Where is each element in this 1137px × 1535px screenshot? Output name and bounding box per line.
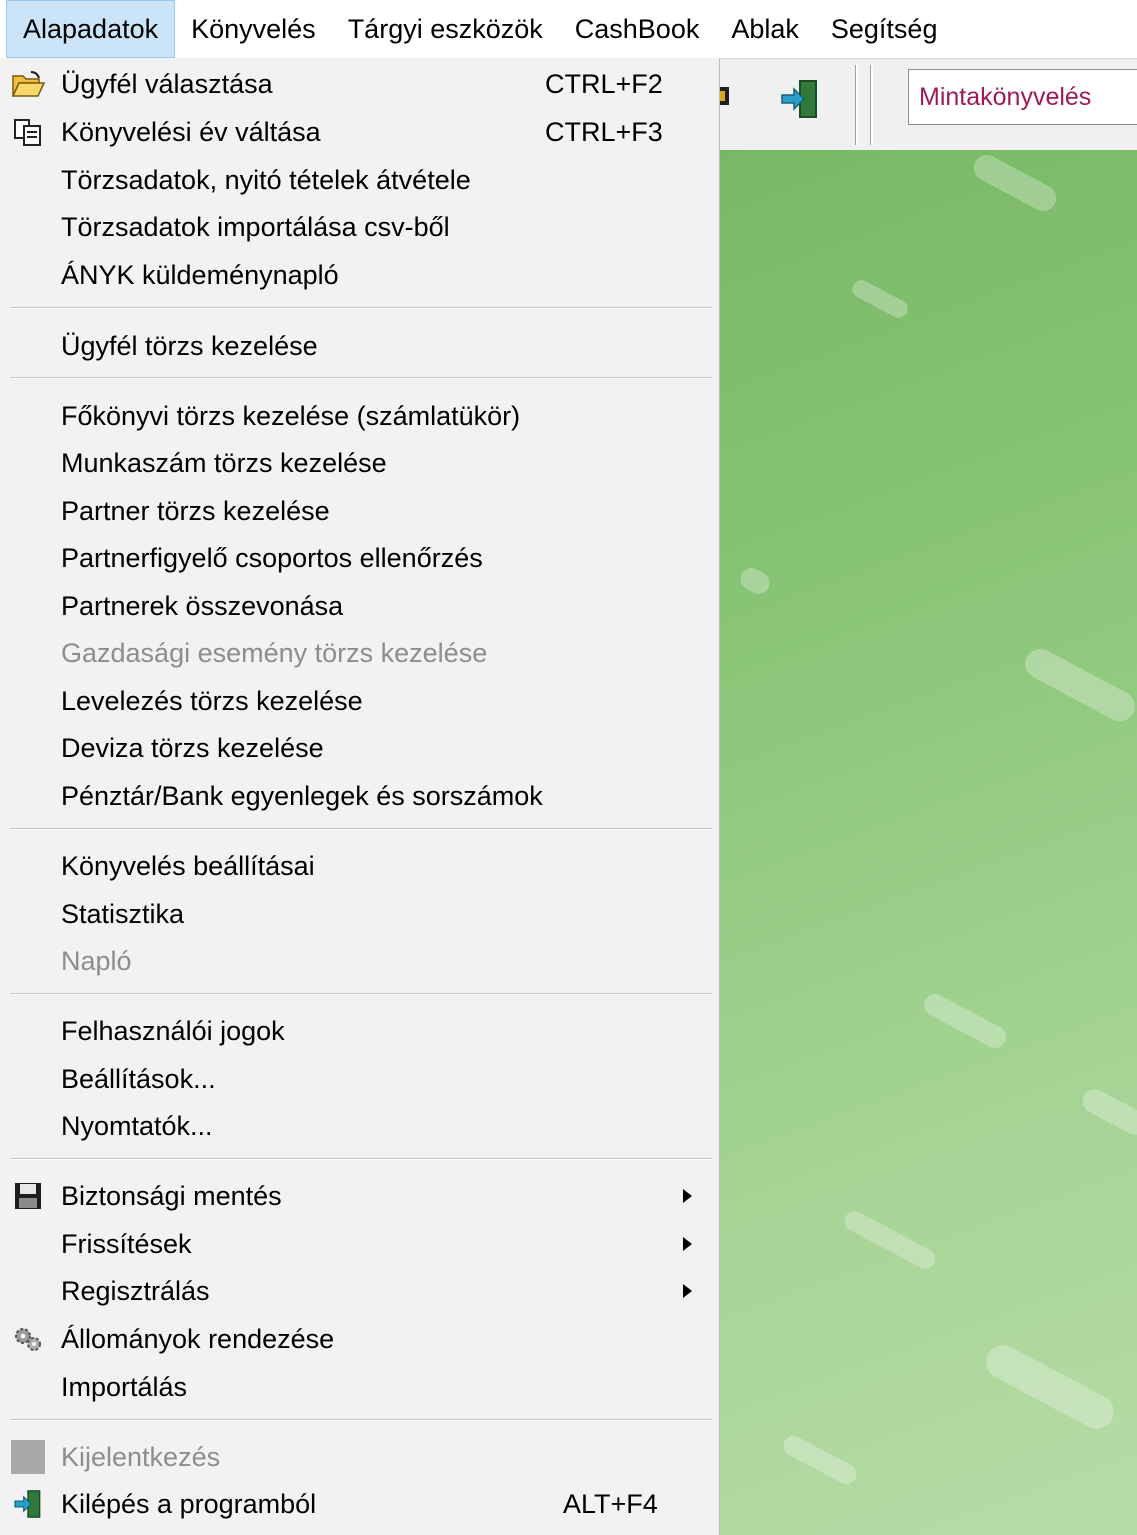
floppy-disk-icon: [10, 1179, 46, 1213]
menu-item-label: Levelezés törzs kezelése: [61, 685, 363, 716]
menu-item-label: Kijelentkezés: [61, 1441, 221, 1472]
menu-item-kilepes[interactable]: Kilépés a programból ALT+F4: [0, 1481, 712, 1527]
menu-item-partnerfigyelo[interactable]: Partnerfigyelő csoportos ellenőrzés: [0, 535, 712, 581]
menu-item-torzsadatok-importalasa[interactable]: Törzsadatok importálása csv-ből: [0, 204, 712, 250]
toolbar-partial-icon[interactable]: [720, 79, 734, 113]
menu-separator: [10, 993, 712, 995]
menu-item-importalas[interactable]: Importálás: [0, 1364, 712, 1410]
toolbar-separator: [870, 65, 873, 145]
menu-item-deviza-torzs[interactable]: Deviza törzs kezelése: [0, 725, 712, 771]
exit-door-icon: [10, 1487, 46, 1521]
menu-item-label: Felhasználói jogok: [61, 1015, 285, 1046]
shortcut-label: ALT+F4: [563, 1488, 658, 1519]
menu-item-beallitasok[interactable]: Beállítások...: [0, 1056, 712, 1102]
menu-item-kijelentkezes: Kijelentkezés: [0, 1434, 712, 1480]
menu-item-label: Pénztár/Bank egyenlegek és sorszámok: [61, 780, 543, 811]
menu-item-label: Törzsadatok, nyitó tételek átvétele: [61, 164, 471, 195]
alapadatok-dropdown-menu: Ügyfél választása CTRL+F2 Könyvelési év …: [0, 58, 720, 1535]
menu-item-frissitesek[interactable]: Frissítések: [0, 1221, 712, 1267]
menu-item-label: Nyomtatók...: [61, 1110, 213, 1141]
open-folder-icon: [10, 67, 46, 101]
submenu-arrow-icon: [683, 1284, 692, 1298]
menu-item-statisztika[interactable]: Statisztika: [0, 891, 712, 937]
menu-item-label: Biztonsági mentés: [61, 1180, 282, 1211]
menu-item-label: Gazdasági esemény törzs kezelése: [61, 637, 488, 668]
menu-item-torzsadatok-atvetele[interactable]: Törzsadatok, nyitó tételek átvétele: [0, 157, 712, 203]
toolbar: Mintakönyvelés: [720, 58, 1137, 152]
menu-separator: [10, 1158, 712, 1160]
menu-item-label: Törzsadatok importálása csv-ből: [61, 211, 450, 242]
menu-item-label: Munkaszám törzs kezelése: [61, 447, 387, 478]
menu-item-felhasznaloi-jogok[interactable]: Felhasználói jogok: [0, 1008, 712, 1054]
toolbar-separator: [855, 65, 858, 145]
menu-item-label: Partner törzs kezelése: [61, 495, 330, 526]
menu-item-nyomtatok[interactable]: Nyomtatók...: [0, 1103, 712, 1149]
menu-item-label: Állományok rendezése: [61, 1323, 335, 1354]
submenu-arrow-icon: [683, 1189, 692, 1203]
menu-item-penztar-bank[interactable]: Pénztár/Bank egyenlegek és sorszámok: [0, 773, 712, 819]
menu-separator: [10, 377, 712, 379]
menu-item-anyk-kuldemenynaplo[interactable]: ÁNYK küldeménynapló: [0, 252, 712, 298]
menu-item-ugyfel-valasztasa[interactable]: Ügyfél választása CTRL+F2: [0, 61, 712, 107]
menu-item-ugyfel-torzs[interactable]: Ügyfél törzs kezelése: [0, 323, 712, 369]
exit-door-icon[interactable]: [778, 77, 822, 121]
menu-item-gazdasagi-esemeny-torzs: Gazdasági esemény törzs kezelése: [0, 630, 712, 676]
menu-item-label: Statisztika: [61, 898, 185, 929]
menu-item-munkaszam-torzs[interactable]: Munkaszám törzs kezelése: [0, 440, 712, 486]
menu-item-label: Könyvelés beállításai: [61, 850, 315, 881]
shortcut-label: CTRL+F3: [545, 116, 663, 147]
menu-item-naplo: Napló: [0, 938, 712, 984]
menu-item-label: Kilépés a programból: [61, 1488, 317, 1519]
menu-item-konyvelesi-ev-valtasa[interactable]: Könyvelési év váltása CTRL+F3: [0, 109, 712, 155]
submenu-arrow-icon: [683, 1237, 692, 1251]
menu-item-label: Deviza törzs kezelése: [61, 732, 324, 763]
menu-item-partnerek-osszevonasa[interactable]: Partnerek összevonása: [0, 583, 712, 629]
menu-segitseg[interactable]: Segítség: [815, 0, 954, 58]
menu-item-label: Ügyfél törzs kezelése: [61, 330, 318, 361]
menu-separator: [10, 828, 712, 830]
shortcut-label: CTRL+F2: [545, 68, 663, 99]
menu-separator: [10, 1419, 712, 1421]
menu-item-label: Napló: [61, 945, 132, 976]
menu-targyi-eszkozok[interactable]: Tárgyi eszközök: [332, 0, 559, 58]
menu-item-fokonyvi-torzs[interactable]: Főkönyvi törzs kezelése (számlatükör): [0, 393, 712, 439]
logout-icon: [10, 1440, 46, 1474]
menu-item-partner-torzs[interactable]: Partner törzs kezelése: [0, 488, 712, 534]
menu-item-label: Ügyfél választása: [61, 68, 273, 99]
menu-separator: [10, 307, 712, 309]
gears-icon: [10, 1322, 46, 1356]
menu-item-label: Könyvelési év váltása: [61, 116, 321, 147]
copy-pages-icon: [10, 115, 46, 149]
menu-item-allomanyok-rendezese[interactable]: Állományok rendezése: [0, 1316, 712, 1362]
menu-item-label: ÁNYK küldeménynapló: [61, 259, 339, 290]
menu-item-label: Importálás: [61, 1371, 188, 1402]
menu-cashbook[interactable]: CashBook: [559, 0, 716, 58]
menu-alapadatok[interactable]: Alapadatok: [6, 0, 176, 58]
menu-item-biztonsagi-mentes[interactable]: Biztonsági mentés: [0, 1173, 712, 1219]
menu-konyveles[interactable]: Könyvelés: [175, 0, 332, 58]
menu-item-label: Regisztrálás: [61, 1275, 210, 1306]
menu-item-label: Partnerek összevonása: [61, 590, 344, 621]
menu-item-levelezes-torzs[interactable]: Levelezés törzs kezelése: [0, 678, 712, 724]
menu-item-konyveles-beallitasai[interactable]: Könyvelés beállításai: [0, 843, 712, 889]
menubar: Alapadatok Könyvelés Tárgyi eszközök Cas…: [0, 0, 1137, 59]
current-client-field[interactable]: Mintakönyvelés: [908, 69, 1137, 125]
menu-item-label: Frissítések: [61, 1228, 192, 1259]
menu-item-regisztralas[interactable]: Regisztrálás: [0, 1268, 712, 1314]
menu-item-label: Főkönyvi törzs kezelése (számlatükör): [61, 400, 521, 431]
menu-item-label: Beállítások...: [61, 1063, 216, 1094]
menu-item-label: Partnerfigyelő csoportos ellenőrzés: [61, 542, 483, 573]
menu-ablak[interactable]: Ablak: [715, 0, 815, 58]
workspace-background: [720, 150, 1137, 1535]
